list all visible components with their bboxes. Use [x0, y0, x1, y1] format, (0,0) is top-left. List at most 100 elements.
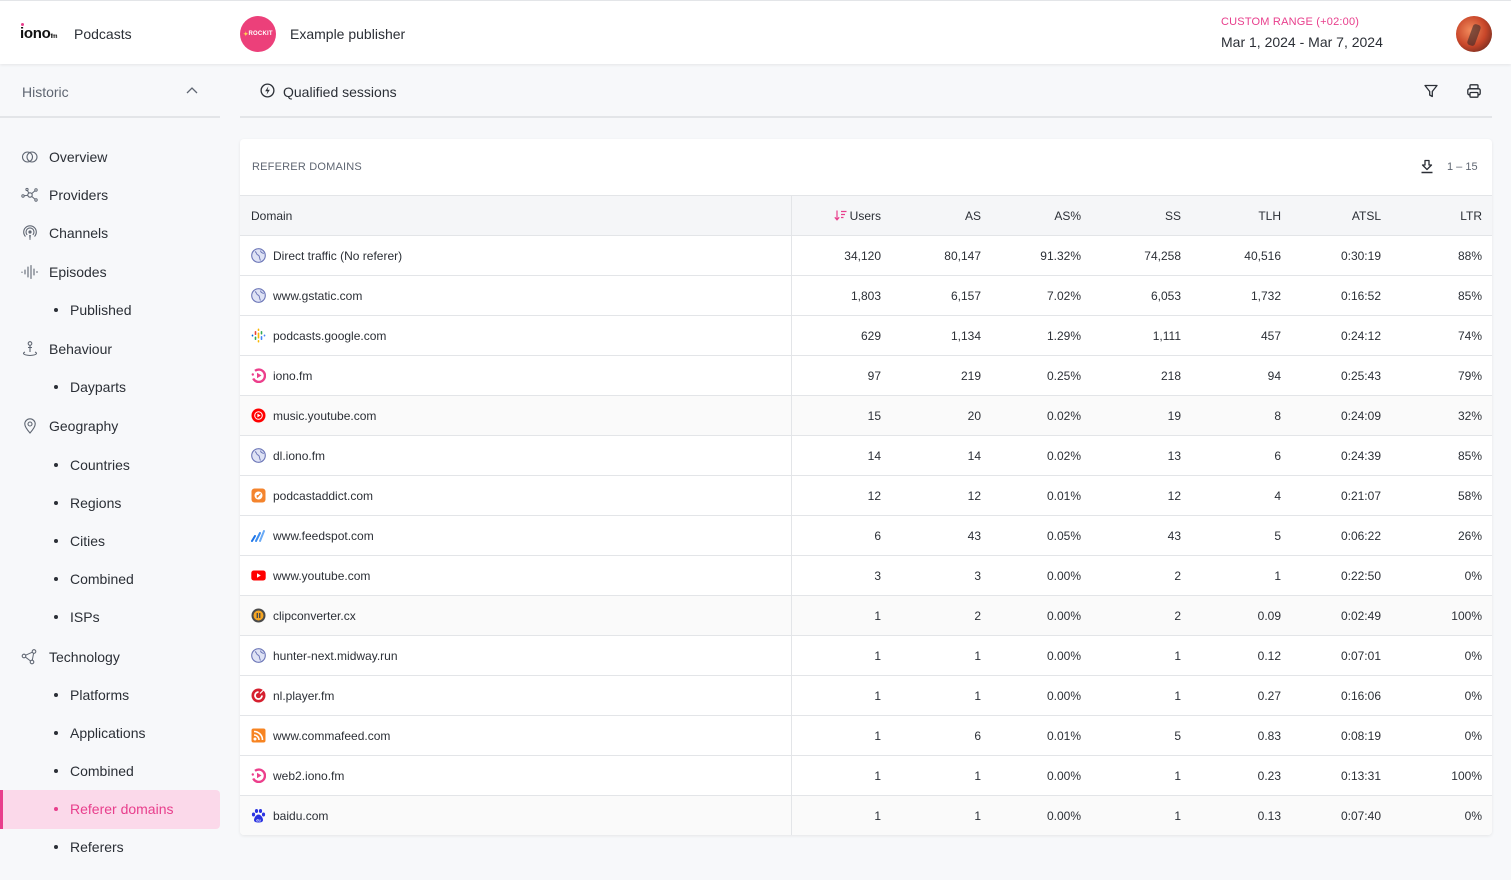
cell-ltr: 85%	[1391, 435, 1492, 476]
historic-section-toggle[interactable]: Historic	[0, 64, 220, 118]
cell-as: 80,147	[891, 235, 991, 276]
table-row[interactable]: www.commafeed.com 1 6 0.01% 5 0.83 0:08:19 0%	[240, 715, 1492, 756]
sidebar-item-cities[interactable]: Cities	[0, 524, 220, 558]
sidebar-item-behaviour[interactable]: Behaviour	[0, 332, 220, 366]
sidebar: Historic Overview Providers Channels Episod…	[0, 64, 230, 880]
cell-as: 1	[891, 635, 991, 676]
cell-ltr: 32%	[1391, 395, 1492, 436]
sidebar-item-channels[interactable]: Channels	[0, 216, 220, 250]
bullet-icon	[54, 463, 58, 467]
domain-cell: Direct traffic (No referer)	[240, 235, 792, 276]
sidebar-item-platforms[interactable]: Platforms	[0, 678, 220, 712]
cell-ss: 2	[1091, 555, 1191, 596]
print-icon[interactable]	[1466, 83, 1482, 99]
column-header-tlh[interactable]: TLH	[1191, 195, 1291, 236]
podcastaddict-icon	[251, 488, 266, 503]
domain-name[interactable]: www.youtube.com	[273, 569, 370, 583]
cell-users: 1,803	[791, 275, 891, 316]
sidebar-item-referers[interactable]: Referers	[0, 830, 220, 864]
table-row[interactable]: www.gstatic.com 1,803 6,157 7.02% 6,053 1,732…	[240, 275, 1492, 316]
domain-name[interactable]: web2.iono.fm	[273, 769, 344, 783]
column-header-ltr[interactable]: LTR	[1391, 195, 1492, 236]
sidebar-item-isps[interactable]: ISPs	[0, 600, 220, 634]
sidebar-item-providers[interactable]: Providers	[0, 178, 220, 212]
sidebar-item-published[interactable]: Published	[0, 293, 220, 327]
playerfm-icon	[251, 688, 266, 703]
cell-tlh: 8	[1191, 395, 1291, 436]
iono-logo[interactable]: ionofm	[20, 23, 57, 42]
user-avatar[interactable]	[1456, 16, 1492, 52]
historic-label: Historic	[22, 84, 69, 100]
cell-ltr: 79%	[1391, 355, 1492, 396]
column-header-as-pct[interactable]: AS%	[991, 195, 1091, 236]
date-range-label[interactable]: CUSTOM RANGE (+02:00)	[1221, 16, 1359, 28]
domain-name[interactable]: music.youtube.com	[273, 409, 376, 423]
cell-tlh: 0.13	[1191, 795, 1291, 835]
column-header-domain[interactable]: Domain	[240, 195, 792, 236]
sidebar-item-regions[interactable]: Regions	[0, 486, 220, 520]
table-row[interactable]: music.youtube.com 15 20 0.02% 19 8 0:24:09 32%	[240, 395, 1492, 436]
sidebar-item-combined[interactable]: Combined	[0, 754, 220, 788]
sidebar-item-episodes[interactable]: Episodes	[0, 255, 220, 289]
domain-name[interactable]: hunter-next.midway.run	[273, 649, 398, 663]
publisher-name[interactable]: Example publisher	[290, 26, 405, 42]
chevron-up-icon[interactable]	[185, 84, 199, 98]
table-row[interactable]: www.feedspot.com 6 43 0.05% 43 5 0:06:22 26%	[240, 515, 1492, 556]
column-header-atsl[interactable]: ATSL	[1291, 195, 1391, 236]
sidebar-item-technology[interactable]: Technology	[0, 640, 220, 674]
cell-as-pct: 0.00%	[991, 795, 1091, 835]
clipconverter-icon	[251, 608, 266, 623]
column-header-ss[interactable]: SS	[1091, 195, 1191, 236]
domain-name[interactable]: www.gstatic.com	[273, 289, 362, 303]
domain-name[interactable]: www.feedspot.com	[273, 529, 374, 543]
cell-as: 1	[891, 675, 991, 716]
sidebar-item-applications[interactable]: Applications	[0, 716, 220, 750]
top-bar: ionofm Podcasts ✦ ROCKIT Example publishe…	[0, 0, 1511, 64]
table-row[interactable]: du baidu.com 1 1 0.00% 1 0.13 0:07:40 0%	[240, 795, 1492, 835]
cell-atsl: 0:06:22	[1291, 515, 1391, 556]
sidebar-item-geography[interactable]: Geography	[0, 409, 220, 443]
sidebar-item-label: Regions	[70, 495, 122, 511]
domain-name[interactable]: Direct traffic (No referer)	[273, 249, 402, 263]
sidebar-item-referer-domains[interactable]: Referer domains	[0, 790, 220, 829]
sidebar-item-label: Channels	[49, 225, 109, 241]
sidebar-item-combined[interactable]: Combined	[0, 562, 220, 596]
domain-name[interactable]: dl.iono.fm	[273, 449, 325, 463]
domain-name[interactable]: nl.player.fm	[273, 689, 334, 703]
date-range-value[interactable]: Mar 1, 2024 - Mar 7, 2024	[1221, 34, 1383, 50]
domain-name[interactable]: iono.fm	[273, 369, 312, 383]
table-row[interactable]: nl.player.fm 1 1 0.00% 1 0.27 0:16:06 0%	[240, 675, 1492, 716]
table-row[interactable]: podcasts.google.com 629 1,134 1.29% 1,111 457…	[240, 315, 1492, 356]
metric-selector[interactable]: Qualified sessions	[283, 84, 397, 100]
column-header-users[interactable]: Users	[791, 195, 891, 236]
column-header-as[interactable]: AS	[891, 195, 991, 236]
globe-icon	[251, 448, 266, 463]
domain-name[interactable]: clipconverter.cx	[273, 609, 356, 623]
filter-icon[interactable]	[1423, 83, 1439, 99]
cell-ss: 1	[1091, 755, 1191, 796]
cell-tlh: 0.27	[1191, 675, 1291, 716]
cell-as: 6	[891, 715, 991, 756]
table-row[interactable]: hunter-next.midway.run 1 1 0.00% 1 0.12 0:07:0…	[240, 635, 1492, 676]
sidebar-item-countries[interactable]: Countries	[0, 448, 220, 482]
cell-atsl: 0:08:19	[1291, 715, 1391, 756]
publisher-avatar[interactable]: ✦ ROCKIT	[240, 16, 276, 52]
table-row[interactable]: podcastaddict.com 12 12 0.01% 12 4 0:21:07 58%	[240, 475, 1492, 516]
domain-name[interactable]: podcastaddict.com	[273, 489, 373, 503]
table-row[interactable]: iono.fm 97 219 0.25% 218 94 0:25:43 79%	[240, 355, 1492, 396]
cell-ss: 1	[1091, 635, 1191, 676]
domain-name[interactable]: podcasts.google.com	[273, 329, 386, 343]
download-icon[interactable]	[1420, 159, 1434, 174]
sidebar-item-dayparts[interactable]: Dayparts	[0, 370, 220, 404]
table-row[interactable]: web2.iono.fm 1 1 0.00% 1 0.23 0:13:31 100%	[240, 755, 1492, 796]
lightning-circle-icon	[260, 83, 275, 98]
domain-name[interactable]: www.commafeed.com	[273, 729, 390, 743]
cell-as: 3	[891, 555, 991, 596]
domain-name[interactable]: baidu.com	[273, 809, 328, 823]
table-row[interactable]: dl.iono.fm 14 14 0.02% 13 6 0:24:39 85%	[240, 435, 1492, 476]
sort-descending-icon	[834, 210, 847, 221]
table-row[interactable]: Direct traffic (No referer) 34,120 80,147 9…	[240, 235, 1492, 276]
table-row[interactable]: clipconverter.cx 1 2 0.00% 2 0.09 0:02:49 100%	[240, 595, 1492, 636]
sidebar-item-overview[interactable]: Overview	[0, 140, 220, 174]
table-row[interactable]: www.youtube.com 3 3 0.00% 2 1 0:22:50 0%	[240, 555, 1492, 596]
